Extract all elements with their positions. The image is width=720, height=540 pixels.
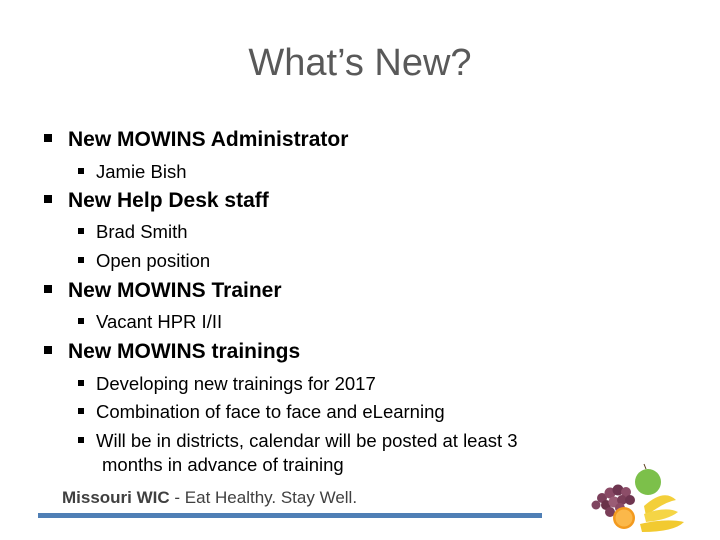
- bullet-icon: [78, 228, 84, 235]
- bullet-icon: [78, 257, 84, 264]
- bullet-item: Will be in districts, calendar will be p…: [78, 429, 518, 453]
- bullet-item: Combination of face to face and eLearnin…: [78, 400, 445, 424]
- bullet-item: Brad Smith: [78, 220, 188, 244]
- item-text: Developing new trainings for 2017: [96, 373, 376, 394]
- bullet-icon: [44, 346, 52, 355]
- bullet-item: Developing new trainings for 2017: [78, 372, 376, 396]
- heading-text: New MOWINS Trainer: [68, 279, 282, 302]
- bullet-icon: [78, 380, 84, 387]
- footer-tagline: Missouri WIC - Eat Healthy. Stay Well.: [62, 488, 357, 508]
- footer-separator: -: [169, 488, 185, 507]
- footer-divider: [38, 513, 542, 518]
- fruit-icon: [591, 463, 684, 532]
- bullet-icon: [78, 168, 84, 175]
- footer-slogan: Eat Healthy. Stay Well.: [184, 488, 358, 507]
- apple-icon: [635, 463, 661, 495]
- heading-text: New Help Desk staff: [68, 189, 269, 212]
- bullet-item: Jamie Bish: [78, 160, 186, 184]
- bullet-heading: New MOWINS Administrator: [44, 128, 348, 152]
- item-text: Vacant HPR I/II: [96, 311, 223, 332]
- bullet-icon: [44, 195, 52, 204]
- bullet-heading: New Help Desk staff: [44, 189, 269, 213]
- bullet-icon: [44, 134, 52, 143]
- bullet-icon: [44, 285, 52, 294]
- slide-title: What’s New?: [248, 42, 472, 84]
- item-text: Will be in districts, calendar will be p…: [96, 430, 518, 451]
- bullet-item: Open position: [78, 249, 210, 273]
- bullet-icon: [78, 318, 84, 325]
- bullet-icon: [78, 408, 84, 415]
- bullet-icon: [78, 437, 84, 444]
- banana-icon: [640, 495, 684, 532]
- bullet-heading: New MOWINS trainings: [44, 340, 300, 364]
- footer-brand: Missouri WIC: [62, 488, 170, 507]
- item-text: Jamie Bish: [96, 161, 187, 182]
- bullet-item-continuation: months in advance of training: [102, 454, 344, 475]
- orange-icon: [613, 507, 635, 529]
- bullet-heading: New MOWINS Trainer: [44, 279, 282, 303]
- item-text: Combination of face to face and eLearnin…: [96, 401, 445, 422]
- heading-text: New MOWINS Administrator: [68, 128, 349, 151]
- bullet-item: Vacant HPR I/II: [78, 310, 222, 334]
- item-text: Brad Smith: [96, 221, 188, 242]
- item-text: Open position: [96, 250, 211, 271]
- heading-text: New MOWINS trainings: [68, 340, 301, 363]
